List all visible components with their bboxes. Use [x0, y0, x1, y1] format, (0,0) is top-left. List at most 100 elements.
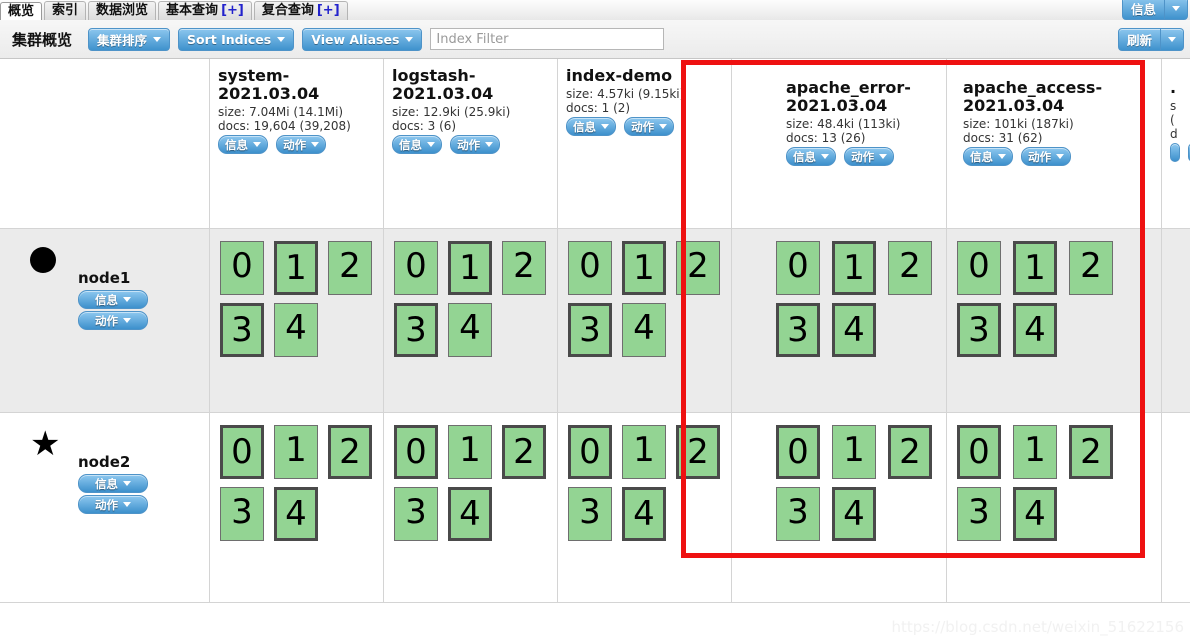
node-info: node1 信息 动作 [78, 269, 152, 332]
node-info-label: 信息 [95, 476, 118, 491]
shard-3[interactable]: 3 [957, 487, 1001, 541]
shard-1[interactable]: 1 [832, 241, 876, 295]
shard-3[interactable]: 3 [220, 487, 264, 541]
refresh-button[interactable]: 刷新 [1117, 28, 1161, 51]
index-docs: docs: 13 (26) [786, 131, 866, 145]
shard-1[interactable]: 1 [1013, 241, 1057, 295]
node-info-button[interactable]: 信息 [78, 474, 148, 493]
index-info-button[interactable]: 信息 [786, 147, 836, 166]
tab-indices[interactable]: 索引 [44, 1, 87, 20]
shard-1[interactable]: 1 [448, 425, 492, 479]
shard-2[interactable]: 2 [888, 425, 932, 479]
index-action-button[interactable]: 动作 [450, 135, 501, 154]
shard-3[interactable]: 3 [220, 303, 264, 357]
node-action-button[interactable]: 动作 [78, 311, 148, 330]
index-info-button[interactable]: 信息 [963, 147, 1013, 166]
index-filter-input[interactable] [430, 28, 665, 50]
shard-2[interactable]: 2 [502, 425, 546, 479]
shard-1[interactable]: 1 [622, 425, 666, 479]
topright-info-caret[interactable] [1165, 0, 1188, 20]
index-info-button[interactable]: 信息 [392, 135, 442, 154]
shard-3[interactable]: 3 [394, 303, 438, 357]
tab-bar: 概览 索引 数据浏览 基本查询 [+] 复合查询 [+] 信息 [0, 0, 1190, 21]
shard-1[interactable]: 1 [274, 241, 318, 295]
shard-3[interactable]: 3 [568, 487, 612, 541]
shard-4[interactable]: 4 [274, 487, 318, 541]
tab-data-browse[interactable]: 数据浏览 [88, 1, 157, 20]
index-size: size: 4.57ki (9.15ki) [566, 87, 685, 101]
tab-basic-query[interactable]: 基本查询 [+] [158, 1, 252, 20]
topright-info-button[interactable]: 信息 [1121, 0, 1165, 20]
tab-composite-query-plus[interactable]: [+] [317, 3, 340, 18]
shard-1[interactable]: 1 [622, 241, 666, 295]
index-action-button[interactable]: 动作 [844, 147, 895, 166]
index-action-label: 动作 [457, 137, 481, 152]
shard-4[interactable]: 4 [448, 303, 492, 357]
shard-1[interactable]: 1 [274, 425, 318, 479]
view-aliases-button[interactable]: View Aliases [302, 27, 423, 51]
shard-4[interactable]: 4 [274, 303, 318, 357]
refresh-split-button[interactable]: 刷新 [1117, 28, 1184, 51]
shard-0[interactable]: 0 [568, 425, 612, 479]
shard-1[interactable]: 1 [1013, 425, 1057, 479]
shard-0[interactable]: 0 [957, 241, 1001, 295]
shard-3[interactable]: 3 [394, 487, 438, 541]
shard-0[interactable]: 0 [220, 241, 264, 295]
sort-cluster-button[interactable]: 集群排序 [88, 27, 171, 51]
index-info-button[interactable]: 信息 [218, 135, 268, 154]
shard-4[interactable]: 4 [832, 487, 876, 541]
shard-0[interactable]: 0 [957, 425, 1001, 479]
index-action-button[interactable]: 动作 [276, 135, 327, 154]
shard-3[interactable]: 3 [776, 303, 820, 357]
topright-info-dropdown[interactable]: 信息 [1121, 0, 1188, 20]
tab-indices-label: 索引 [52, 3, 79, 18]
shard-4[interactable]: 4 [832, 303, 876, 357]
shard-1[interactable]: 1 [448, 241, 492, 295]
shard-2[interactable]: 2 [1069, 241, 1113, 295]
shard-4[interactable]: 4 [622, 487, 666, 541]
tab-overview[interactable]: 概览 [0, 2, 43, 21]
index-info-button[interactable]: 信息 [566, 117, 616, 136]
tab-basic-query-label: 基本查询 [166, 3, 219, 18]
shard-0[interactable]: 0 [776, 241, 820, 295]
shard-2[interactable]: 2 [676, 241, 720, 295]
watermark-text: https://blog.csdn.net/weixin_51622156 [891, 618, 1184, 636]
shard-2[interactable]: 2 [502, 241, 546, 295]
shard-3[interactable]: 3 [776, 487, 820, 541]
tab-basic-query-plus[interactable]: [+] [221, 3, 244, 18]
shard-0[interactable]: 0 [394, 425, 438, 479]
shard-4[interactable]: 4 [1013, 487, 1057, 541]
node-action-button[interactable]: 动作 [78, 495, 148, 514]
shard-2[interactable]: 2 [328, 425, 372, 479]
node-info-button[interactable]: 信息 [78, 290, 148, 309]
shard-2[interactable]: 2 [888, 241, 932, 295]
shard-2[interactable]: 2 [328, 241, 372, 295]
shard-3[interactable]: 3 [957, 303, 1001, 357]
shard-1[interactable]: 1 [832, 425, 876, 479]
index-info-button[interactable] [1170, 143, 1180, 162]
index-header-system: system-2021.03.04 size: 7.04Mi (14.1Mi) … [210, 59, 384, 228]
shard-0[interactable]: 0 [220, 425, 264, 479]
shard-2[interactable]: 2 [676, 425, 720, 479]
shard-group: 012 34 [558, 229, 731, 365]
node-action-label: 动作 [95, 313, 118, 328]
index-action-label: 动作 [283, 137, 307, 152]
shard-4[interactable]: 4 [1013, 303, 1057, 357]
shard-0[interactable]: 0 [568, 241, 612, 295]
index-header-apache-access: apache_access-2021.03.04 size: 101ki (18… [947, 59, 1162, 228]
sort-indices-button[interactable]: Sort Indices [178, 27, 295, 51]
tab-composite-query[interactable]: 复合查询 [+] [253, 1, 348, 20]
index-buttons: 信息 动作 [566, 115, 725, 138]
refresh-options-caret[interactable] [1161, 28, 1184, 51]
shard-2[interactable]: 2 [1069, 425, 1113, 479]
shard-4[interactable]: 4 [622, 303, 666, 357]
shard-0[interactable]: 0 [394, 241, 438, 295]
index-header-apache-error: apache_error-2021.03.04 size: 48.4ki (11… [732, 59, 947, 228]
shard-4[interactable]: 4 [448, 487, 492, 541]
shard-3[interactable]: 3 [568, 303, 612, 357]
shard-cell-node2-apache-error: 012 34 [732, 413, 947, 602]
index-action-button[interactable]: 动作 [624, 117, 675, 136]
star-icon: ★ [30, 424, 61, 464]
index-action-button[interactable]: 动作 [1021, 147, 1072, 166]
shard-0[interactable]: 0 [776, 425, 820, 479]
